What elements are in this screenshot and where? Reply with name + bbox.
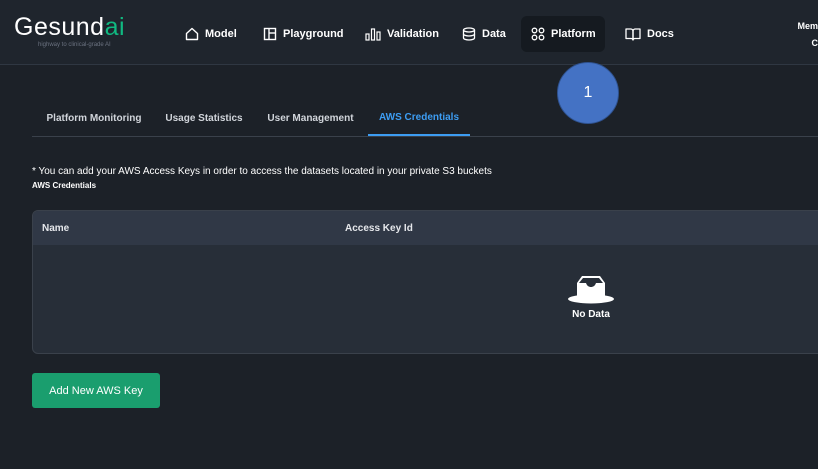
nav-platform[interactable]: Platform xyxy=(521,16,605,52)
database-icon xyxy=(462,27,476,41)
member-info[interactable]: Mem C xyxy=(792,18,818,52)
apps-icon xyxy=(531,27,545,41)
nav-model[interactable]: Model xyxy=(175,16,247,52)
brand-name: Gesundai xyxy=(14,13,126,41)
brand-logo[interactable]: Gesundai highway to clinical-grade AI xyxy=(14,13,126,48)
tab-platform-monitoring[interactable]: Platform Monitoring xyxy=(35,101,153,136)
column-header-access-key-id[interactable]: Access Key Id xyxy=(345,211,413,245)
empty-box-icon xyxy=(561,273,621,305)
nav-data[interactable]: Data xyxy=(452,16,516,52)
table-header: Name Access Key Id xyxy=(33,211,818,245)
member-line2: C xyxy=(811,38,818,48)
nav-validation[interactable]: Validation xyxy=(355,16,449,52)
nav-validation-label: Validation xyxy=(387,28,439,40)
column-header-name[interactable]: Name xyxy=(42,211,69,245)
empty-state-text: No Data xyxy=(572,309,610,320)
member-line1: Mem xyxy=(797,21,818,31)
nav-docs[interactable]: Docs xyxy=(615,16,684,52)
layout-icon xyxy=(263,27,277,41)
nav-data-label: Data xyxy=(482,28,506,40)
tab-bar: Platform Monitoring Usage Statistics Use… xyxy=(32,101,818,137)
tab-user-management[interactable]: User Management xyxy=(262,101,359,136)
tab-usage-statistics[interactable]: Usage Statistics xyxy=(160,101,248,136)
brand-tagline: highway to clinical-grade AI xyxy=(38,42,111,48)
section-title: AWS Credentials xyxy=(32,181,97,190)
nav-docs-label: Docs xyxy=(647,28,674,40)
book-icon xyxy=(625,27,641,41)
info-note: * You can add your AWS Access Keys in or… xyxy=(32,166,492,177)
bar-chart-icon xyxy=(365,27,381,41)
nav-playground[interactable]: Playground xyxy=(253,16,354,52)
add-aws-key-button[interactable]: Add New AWS Key xyxy=(32,373,160,408)
aws-credentials-table: Name Access Key Id No Data xyxy=(32,210,818,354)
empty-state: No Data xyxy=(561,273,621,320)
nav-model-label: Model xyxy=(205,28,237,40)
nav-playground-label: Playground xyxy=(283,28,344,40)
nav-platform-label: Platform xyxy=(551,28,596,40)
home-icon xyxy=(185,27,199,41)
top-navbar: Gesundai highway to clinical-grade AI Mo… xyxy=(0,0,818,65)
tab-aws-credentials[interactable]: AWS Credentials xyxy=(368,101,470,136)
